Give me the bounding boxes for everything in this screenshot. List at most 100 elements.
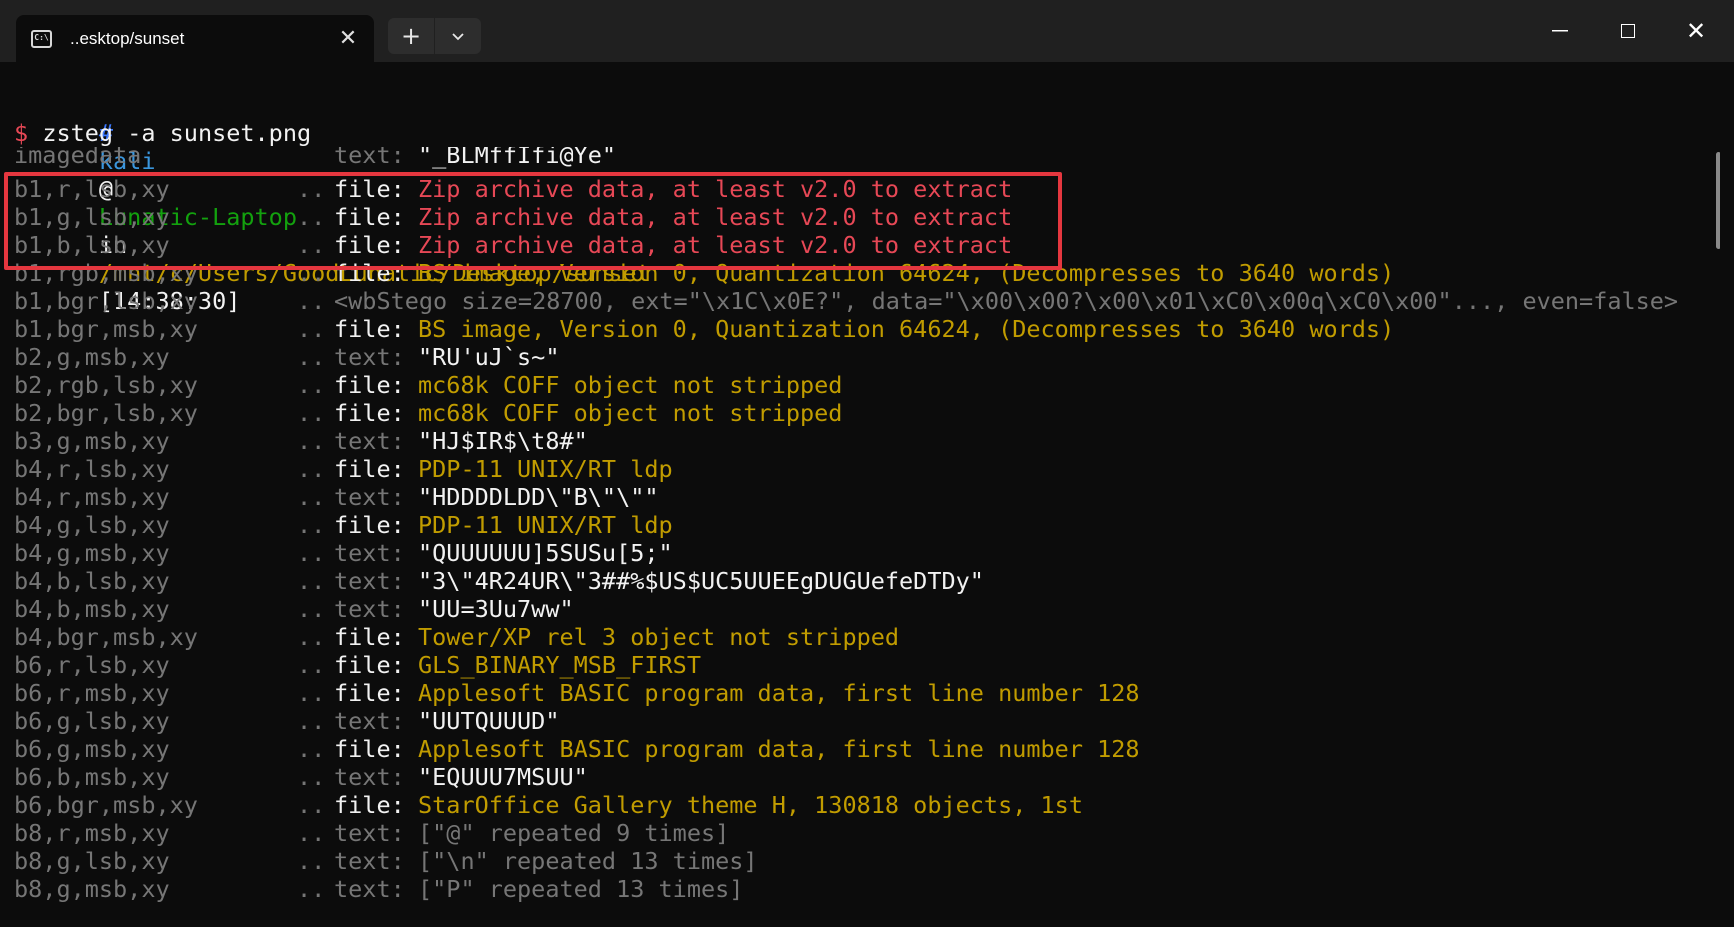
output-row: b2,g,msb,xy.. text: "RU'uJ`s~" (14, 343, 559, 371)
output-row: b6,b,msb,xy.. text: "EQUUU7MSUU" (14, 763, 588, 791)
output-dots: .. (297, 819, 326, 847)
output-key: b1,bgr,lsb,xy (14, 287, 198, 315)
output-dots: .. (297, 763, 326, 791)
output-value: Applesoft BASIC program data, first line… (418, 679, 1140, 707)
output-row: b3,g,msb,xy.. text: "HJ$IR$\t8#" (14, 427, 588, 455)
terminal-icon: C:\ (31, 29, 52, 48)
output-kind: text: (334, 343, 405, 371)
output-key: b8,g,msb,xy (14, 875, 170, 903)
output-key: b1,bgr,msb,xy (14, 315, 198, 343)
output-value: "EQUUU7MSUU" (418, 763, 588, 791)
scrollbar-thumb[interactable] (1716, 152, 1720, 249)
output-kind: text: (334, 819, 405, 847)
output-key: b4,b,msb,xy (14, 595, 170, 623)
output-dots: .. (297, 539, 326, 567)
output-kind: file: (334, 651, 405, 679)
output-kind: text: (334, 567, 405, 595)
output-value: "HDDDDLDD\"B\"\"" (418, 483, 659, 511)
output-value: "3\"4R24UR\"3##%$US$UC5UUEEgDUGUefeDTDy" (418, 567, 984, 595)
output-value: mc68k COFF object not stripped (418, 371, 843, 399)
output-kind: file: (334, 455, 405, 483)
output-value: GLS_BINARY_MSB_FIRST (418, 651, 701, 679)
output-kind: text: (334, 707, 405, 735)
output-row: b6,g,msb,xy.. file: Applesoft BASIC progra… (14, 735, 1140, 763)
output-key: b8,r,msb,xy (14, 819, 170, 847)
prompt-dollar: $ (14, 119, 29, 147)
output-row: b4,b,msb,xy.. text: "UU=3Uu7ww" (14, 595, 574, 623)
terminal-output[interactable]: # kali @ Lunatic-Laptop in /mnt/c/Users/… (0, 62, 1720, 927)
output-dots: .. (297, 651, 326, 679)
output-kind: file: (334, 203, 405, 231)
output-value: BS image, Version 0, Quantization 64624,… (418, 259, 1395, 287)
output-key: b2,rgb,lsb,xy (14, 371, 198, 399)
output-row: b2,bgr,lsb,xy.. file: mc68k COFF object no… (14, 399, 842, 427)
output-row: b1,g,lsb,xy.. file: Zip archive data, at l… (14, 203, 1012, 231)
output-value: Zip archive data, at least v2.0 to extra… (418, 231, 1013, 259)
output-key: b6,b,msb,xy (14, 763, 170, 791)
close-tab-icon[interactable]: ✕ (332, 23, 364, 55)
output-row: b1,bgr,msb,xy.. file: BS image, Version 0,… (14, 315, 1394, 343)
output-key: b6,bgr,msb,xy (14, 791, 198, 819)
output-key: b6,g,lsb,xy (14, 707, 170, 735)
maximize-button[interactable] (1594, 0, 1662, 62)
output-kind: file: (334, 735, 405, 763)
output-kind: file: (334, 315, 405, 343)
output-kind: file: (334, 371, 405, 399)
output-dots: .. (297, 287, 326, 315)
output-value: Zip archive data, at least v2.0 to extra… (418, 203, 1013, 231)
output-row: b6,g,lsb,xy.. text: "UUTQUUUD" (14, 707, 559, 735)
output-key: b6,g,msb,xy (14, 735, 170, 763)
close-window-button[interactable]: ✕ (1662, 0, 1730, 62)
output-dots: .. (297, 455, 326, 483)
output-row: b6,r,lsb,xy.. file: GLS_BINARY_MSB_FIRST (14, 651, 701, 679)
maximize-icon (1621, 24, 1635, 38)
output-kind: file: (334, 259, 405, 287)
output-value: "RU'uJ`s~" (418, 343, 560, 371)
output-key: b1,r,lsb,xy (14, 175, 170, 203)
command-text: zsteg -a sunset.png (42, 119, 312, 147)
output-value: "UUTQUUUD" (418, 707, 560, 735)
output-kind: file: (334, 791, 405, 819)
output-dots: .. (297, 371, 326, 399)
output-row: b8,g,lsb,xy.. text: ["\n" repeated 13 time… (14, 847, 758, 875)
output-key: b8,g,lsb,xy (14, 847, 170, 875)
output-row: b6,r,msb,xy.. file: Applesoft BASIC progra… (14, 679, 1140, 707)
output-kind: file: (334, 399, 405, 427)
output-kind: text: (334, 427, 405, 455)
output-row: b4,r,lsb,xy.. file: PDP-11 UNIX/RT ldp (14, 455, 673, 483)
output-value: "UU=3Uu7ww" (418, 595, 574, 623)
output-row: b1,rgb,msb,xy.. file: BS image, Version 0,… (14, 259, 1394, 287)
output-dots: .. (297, 791, 326, 819)
output-key: b4,bgr,msb,xy (14, 623, 198, 651)
output-key: b4,r,lsb,xy (14, 455, 170, 483)
output-dots: .. (297, 259, 326, 287)
output-row: b1,bgr,lsb,xy.. <wbStego size=28700, ext=… (14, 287, 1678, 315)
output-value: "QUUUUUU]5SUSu[5;" (418, 539, 673, 567)
output-row: b4,g,lsb,xy.. file: PDP-11 UNIX/RT ldp (14, 511, 673, 539)
output-kind: text: (334, 875, 405, 903)
output-value: mc68k COFF object not stripped (418, 399, 843, 427)
output-value: Tower/XP rel 3 object not stripped (418, 623, 900, 651)
output-key: b4,g,msb,xy (14, 539, 170, 567)
output-row: b8,g,msb,xy.. text: ["P" repeated 13 times… (14, 875, 743, 903)
title-bar: C:\ ..esktop/sunset ✕ + ✕ (0, 0, 1734, 62)
output-key: b1,b,lsb,xy (14, 231, 170, 259)
output-kind: file: (334, 511, 405, 539)
minimize-button[interactable] (1526, 0, 1594, 62)
new-tab-button[interactable]: + (388, 18, 434, 54)
output-kind: text: (334, 595, 405, 623)
output-kind: file: (334, 175, 405, 203)
output-kind: text: (334, 539, 405, 567)
output-row: b4,r,msb,xy.. text: "HDDDDLDD\"B\"\"" (14, 483, 659, 511)
output-key: b4,g,lsb,xy (14, 511, 170, 539)
output-kind: text: (334, 483, 405, 511)
output-dots: .. (297, 343, 326, 371)
output-key: b6,r,lsb,xy (14, 651, 170, 679)
output-dots: .. (297, 623, 326, 651)
output-row: b4,b,lsb,xy.. text: "3\"4R24UR\"3##%$US$UC… (14, 567, 984, 595)
chevron-down-icon[interactable] (435, 18, 481, 54)
tab-sunset[interactable]: C:\ ..esktop/sunset ✕ (16, 15, 374, 62)
output-kind: text: (334, 141, 405, 169)
output-value: "_BLMffIfi@Ye" (418, 141, 617, 169)
output-value: ["\n" repeated 13 times] (418, 847, 758, 875)
